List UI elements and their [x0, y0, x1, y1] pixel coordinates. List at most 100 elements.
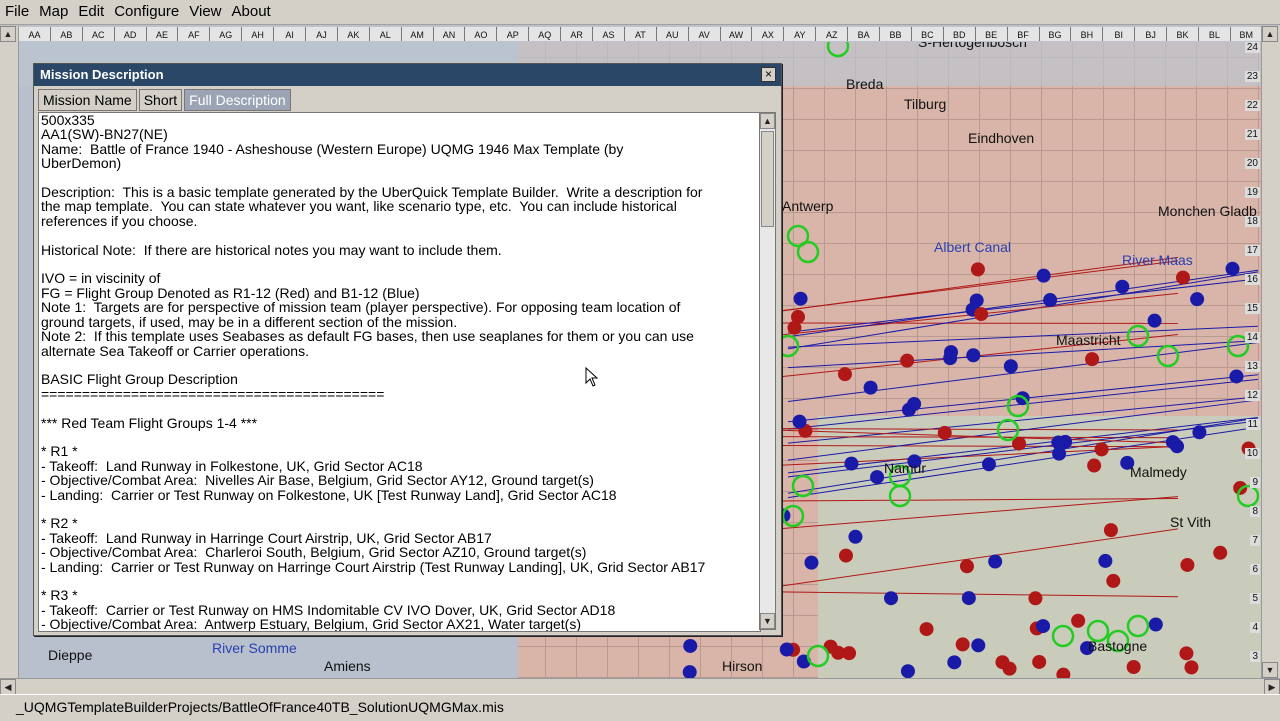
flight-waypoint[interactable] [839, 549, 853, 563]
flight-waypoint[interactable] [1148, 314, 1162, 328]
flight-waypoint[interactable] [1179, 646, 1193, 660]
tab-mission-name[interactable]: Mission Name [38, 89, 137, 111]
flight-waypoint[interactable] [1098, 554, 1112, 568]
grid-column-label: BE [975, 27, 1007, 41]
scroll-up-arrow[interactable]: ▲ [1262, 26, 1278, 42]
description-line [41, 502, 757, 516]
target-ring-icon[interactable] [798, 242, 818, 262]
scroll-down-arrow[interactable]: ▼ [1262, 662, 1278, 678]
flight-waypoint[interactable] [900, 354, 914, 368]
flight-waypoint[interactable] [982, 457, 996, 471]
grid-column-label: AL [369, 27, 401, 41]
flight-waypoint[interactable] [1071, 614, 1085, 628]
flight-waypoint[interactable] [1036, 619, 1050, 633]
flight-waypoint[interactable] [1166, 435, 1180, 449]
flight-waypoint[interactable] [1115, 280, 1129, 294]
flight-waypoint[interactable] [962, 591, 976, 605]
flight-waypoint[interactable] [1037, 269, 1051, 283]
flight-waypoint[interactable] [780, 643, 794, 657]
flight-waypoint[interactable] [1058, 435, 1072, 449]
flight-waypoint[interactable] [1104, 523, 1118, 537]
flight-waypoint[interactable] [844, 457, 858, 471]
menu-configure[interactable]: Configure [109, 0, 184, 24]
description-scrollbar[interactable]: ▲ ▼ [759, 112, 776, 630]
flight-waypoint[interactable] [1085, 352, 1099, 366]
flight-waypoint[interactable] [960, 559, 974, 573]
flight-waypoint[interactable] [1087, 459, 1101, 473]
menu-view[interactable]: View [184, 0, 226, 24]
scroll-right-arrow[interactable]: ▶ [1264, 679, 1280, 695]
target-ring-icon[interactable] [890, 486, 910, 506]
close-button[interactable]: × [761, 67, 776, 82]
scroll-left-arrow[interactable]: ◀ [0, 679, 16, 695]
flight-waypoint[interactable] [683, 639, 697, 653]
map-vertical-scrollbar[interactable]: ▲ ▼ [1261, 26, 1280, 678]
menu-map[interactable]: Map [34, 0, 73, 24]
flight-waypoint[interactable] [804, 556, 818, 570]
flight-waypoint[interactable] [683, 665, 697, 678]
flight-waypoint[interactable] [1226, 262, 1240, 276]
flight-waypoint[interactable] [884, 591, 898, 605]
tab-full-description[interactable]: Full Description [184, 89, 290, 111]
flight-waypoint[interactable] [864, 381, 878, 395]
flight-waypoint[interactable] [938, 426, 952, 440]
flight-waypoint[interactable] [943, 351, 957, 365]
flight-waypoint[interactable] [1032, 655, 1046, 669]
flight-waypoint[interactable] [1106, 574, 1120, 588]
flight-waypoint[interactable] [947, 655, 961, 669]
flight-waypoint[interactable] [907, 397, 921, 411]
text-scroll-thumb[interactable] [761, 131, 774, 227]
flight-waypoint[interactable] [848, 530, 862, 544]
flight-waypoint[interactable] [956, 637, 970, 651]
flight-waypoint[interactable] [1028, 591, 1042, 605]
flight-waypoint[interactable] [1184, 660, 1198, 674]
flight-waypoint[interactable] [842, 646, 856, 660]
flight-waypoint[interactable] [1003, 662, 1017, 676]
text-scroll-up[interactable]: ▲ [760, 113, 775, 129]
flight-waypoint[interactable] [988, 555, 1002, 569]
grid-row-label: 13 [1245, 361, 1260, 372]
flight-waypoint[interactable] [1095, 442, 1109, 456]
description-line: 500x335 [41, 113, 757, 127]
target-ring-icon[interactable] [1128, 616, 1148, 636]
flight-waypoint[interactable] [1149, 618, 1163, 632]
flight-waypoint[interactable] [1056, 668, 1070, 678]
map-horizontal-scrollbar[interactable]: ◀ ▶ [0, 678, 1280, 695]
flight-waypoint[interactable] [1192, 425, 1206, 439]
flight-waypoint[interactable] [966, 348, 980, 362]
flight-waypoint[interactable] [1180, 558, 1194, 572]
flight-waypoint[interactable] [974, 307, 988, 321]
scroll-up-left[interactable]: ▲ [0, 26, 16, 42]
flight-waypoint[interactable] [971, 262, 985, 276]
flight-waypoint[interactable] [1190, 292, 1204, 306]
target-ring-icon[interactable] [793, 476, 813, 496]
close-icon: × [765, 67, 772, 81]
map-label-bastogne: Bastogne [1088, 638, 1147, 654]
flight-waypoint[interactable] [794, 292, 808, 306]
flight-waypoint[interactable] [791, 310, 805, 324]
menu-about[interactable]: About [227, 0, 276, 24]
target-ring-icon[interactable] [1053, 626, 1073, 646]
flight-waypoint[interactable] [1004, 359, 1018, 373]
flight-waypoint[interactable] [870, 470, 884, 484]
flight-waypoint[interactable] [1176, 271, 1190, 285]
flight-waypoint[interactable] [1127, 660, 1141, 674]
target-ring-icon[interactable] [1128, 326, 1148, 346]
tab-short[interactable]: Short [139, 89, 182, 111]
description-textarea[interactable]: 500x335AA1(SW)-BN27(NE)Name: Battle of F… [38, 112, 761, 632]
flight-waypoint[interactable] [1213, 546, 1227, 560]
flight-waypoint[interactable] [971, 638, 985, 652]
flight-waypoint[interactable] [838, 367, 852, 381]
flight-waypoint[interactable] [970, 293, 984, 307]
flight-waypoint[interactable] [901, 664, 915, 678]
flight-waypoint[interactable] [920, 622, 934, 636]
flight-waypoint[interactable] [1052, 447, 1066, 461]
text-scroll-down[interactable]: ▼ [760, 613, 775, 629]
menu-file[interactable]: File [0, 0, 34, 24]
target-ring-icon[interactable] [808, 646, 828, 666]
dialog-title-bar[interactable]: Mission Description × [34, 64, 781, 86]
menu-edit[interactable]: Edit [73, 0, 109, 24]
target-ring-icon[interactable] [1158, 346, 1178, 366]
flight-waypoint[interactable] [1043, 293, 1057, 307]
flight-waypoint[interactable] [793, 415, 807, 429]
